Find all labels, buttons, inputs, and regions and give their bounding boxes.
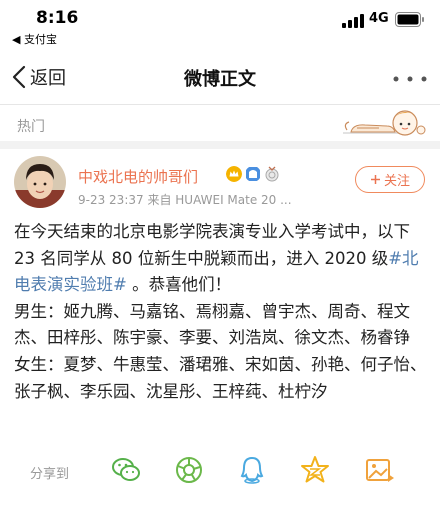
wechat-icon[interactable] [110, 454, 142, 486]
member-badge-icon [246, 167, 260, 181]
post-intro-ending: 。恭喜他们！ [126, 275, 232, 295]
image-share-icon[interactable] [363, 454, 395, 486]
signal-icon [342, 14, 364, 28]
post-intro-text: 在今天结束的北京电影学院表演专业入学考试中，以下 23 名同学从 80 位新生中… [14, 222, 410, 268]
share-label: 分享到 [30, 467, 70, 482]
avatar[interactable] [14, 156, 66, 208]
post-body: 在今天结束的北京电影学院表演专业入学考试中，以下 23 名同学从 80 位新生中… [14, 219, 432, 405]
section-label-hot: 热门 [17, 119, 45, 135]
crown-badge-icon [226, 166, 242, 182]
user-badges [226, 165, 280, 183]
qq-icon[interactable] [236, 454, 268, 486]
share-bar: 分享到 [0, 446, 440, 496]
status-bar: 8:16 ◀ 支付宝 4G [0, 0, 440, 50]
page-title: 微博正文 [184, 69, 256, 90]
back-to-app-link[interactable]: ◀ 支付宝 [12, 31, 57, 47]
female-students-list: 女生：夏梦、牛惠莹、潘珺雅、宋如茵、孙艳、何子怡、张子枫、李乐园、沈星彤、王梓莼… [14, 354, 427, 401]
post-intro-paragraph: 在今天结束的北京电影学院表演专业入学考试中，以下 23 名同学从 80 位新生中… [14, 219, 432, 299]
post-meta: 9-23 23:37 来自 HUAWEI Mate 20 ... [78, 193, 292, 207]
follow-button[interactable]: 关注 [355, 166, 425, 193]
medal-badge-icon [265, 166, 279, 182]
more-icon[interactable] [392, 74, 428, 84]
battery-icon [395, 12, 424, 27]
section-separator [0, 141, 440, 149]
status-time: 8:16 [36, 8, 79, 28]
network-type: 4G [369, 11, 389, 26]
divider [0, 104, 440, 105]
male-students-list: 男生：姬九腾、马嘉铭、焉栩嘉、曾宇杰、周奇、程文杰、田梓彤、陈宇豪、李要、刘浩岚… [14, 301, 410, 348]
qzone-icon[interactable] [299, 454, 331, 486]
follow-button-label: 关注 [383, 174, 410, 189]
post-author-name[interactable]: 中戏北电的帅哥们 [78, 166, 198, 187]
lying-character-illustration [343, 110, 426, 136]
plus-icon [370, 175, 380, 184]
moments-icon[interactable] [173, 454, 205, 486]
nav-bar: 返回 微博正文 [0, 50, 440, 104]
